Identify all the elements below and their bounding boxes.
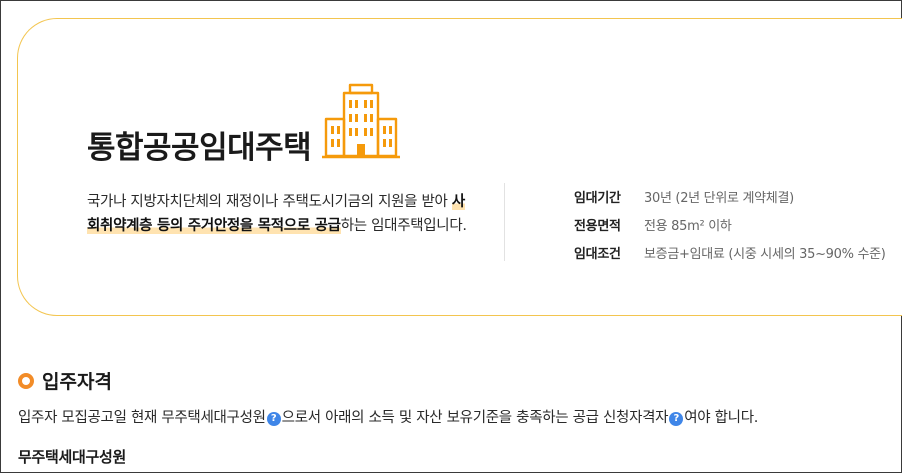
housing-info-card bbox=[17, 18, 902, 316]
section-heading-text: 입주자격 bbox=[42, 371, 112, 393]
info-value: 보증금+임대료 (시중 시세의 35~90% 수준) bbox=[644, 246, 886, 262]
bullet-circle-icon bbox=[18, 372, 34, 389]
info-label: 임대기간 bbox=[574, 190, 621, 206]
info-list: 임대기간 30년 (2년 단위로 계약체결) 전용면적 전용 85m² 이하 임… bbox=[574, 182, 886, 266]
info-value: 30년 (2년 단위로 계약체결) bbox=[644, 190, 794, 206]
info-row-conditions: 임대조건 보증금+임대료 (시중 시세의 35~90% 수준) bbox=[574, 238, 886, 266]
help-icon[interactable]: ? bbox=[266, 412, 281, 426]
info-value: 전용 85m² 이하 bbox=[644, 218, 732, 234]
section-heading-qualification: 입주자격 bbox=[18, 367, 112, 394]
card-description: 국가나 지방자치단체의 재정이나 주택도시기금의 지원을 받아 사회취약계층 등… bbox=[87, 190, 467, 238]
qualification-text-part: 입주자 모집공고일 현재 무주택세대구성원 bbox=[18, 410, 266, 426]
qualification-text: 입주자 모집공고일 현재 무주택세대구성원? 으로서 아래의 소득 및 자산 보유… bbox=[18, 406, 758, 427]
description-text: 국가나 지방자치단체의 재정이나 주택도시기금의 지원을 받아 bbox=[87, 194, 452, 210]
info-row-area: 전용면적 전용 85m² 이하 bbox=[574, 210, 886, 238]
qualification-text-part: 으로서 아래의 소득 및 자산 보유기준을 충족하는 공급 신청자격자 bbox=[281, 410, 669, 426]
description-text-end: 하는 임대주택입니다. bbox=[340, 218, 467, 234]
apartment-building-icon bbox=[322, 83, 400, 159]
info-label: 임대조건 bbox=[574, 246, 621, 262]
card-title: 통합공공임대주택 bbox=[87, 130, 312, 166]
info-row-period: 임대기간 30년 (2년 단위로 계약체결) bbox=[574, 182, 886, 210]
vertical-divider bbox=[504, 183, 505, 261]
info-label: 전용면적 bbox=[574, 218, 621, 234]
help-icon[interactable]: ? bbox=[669, 412, 684, 426]
subsection-heading: 무주택세대구성원 bbox=[18, 448, 127, 466]
qualification-text-part: 여야 합니다. bbox=[684, 410, 759, 426]
